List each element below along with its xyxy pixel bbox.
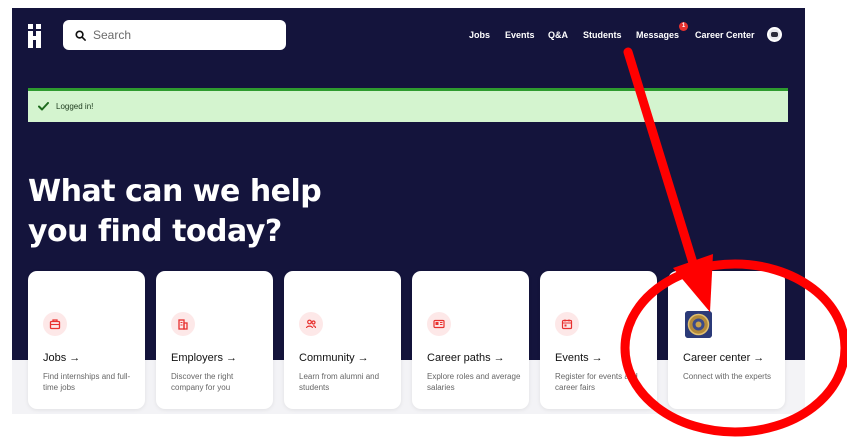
card-description: Discover the right company for you — [171, 372, 234, 392]
card-community[interactable]: Community → Learn from alumni and studen… — [284, 271, 401, 409]
card-title: Events → — [555, 352, 603, 364]
card-career-paths[interactable]: Career paths → Explore roles and average… — [412, 271, 529, 409]
seal-icon — [685, 311, 712, 338]
search-icon — [75, 29, 86, 41]
heading-line-2: you find today? — [28, 214, 282, 249]
card-title: Career center → — [683, 352, 765, 364]
nav-jobs[interactable]: Jobs — [469, 30, 490, 40]
search-box[interactable] — [63, 20, 286, 50]
card-events[interactable]: Events → Register for events and career … — [540, 271, 657, 409]
checkmark-icon — [38, 102, 49, 111]
messages-badge: 1 — [679, 22, 688, 31]
card-career-center[interactable]: Career center → Connect with the experts — [668, 271, 785, 409]
nav-events[interactable]: Events — [505, 30, 535, 40]
avatar[interactable] — [767, 27, 782, 42]
card-jobs[interactable]: Jobs → Find internships and full-time jo… — [28, 271, 145, 409]
id-card-icon — [427, 312, 451, 336]
card-title: Employers → — [171, 352, 238, 364]
search-input[interactable] — [93, 28, 263, 42]
nav-students[interactable]: Students — [583, 30, 622, 40]
briefcase-icon — [43, 312, 67, 336]
alert-text: Logged in! — [56, 102, 94, 111]
card-description: Find internships and full-time jobs — [43, 372, 131, 392]
page-heading: What can we help you find today? — [28, 172, 448, 252]
login-success-alert: Logged in! — [28, 88, 788, 122]
building-icon — [171, 312, 195, 336]
card-description: Register for events and career fairs — [555, 372, 638, 392]
card-employers[interactable]: Employers → Discover the right company f… — [156, 271, 273, 409]
nav-messages[interactable]: Messages — [636, 30, 679, 40]
handshake-logo[interactable] — [28, 24, 50, 48]
nav-career-center[interactable]: Career Center — [695, 30, 755, 40]
nav-qa[interactable]: Q&A — [548, 30, 568, 40]
card-description: Explore roles and average salaries — [427, 372, 521, 392]
people-icon — [299, 312, 323, 336]
calendar-icon — [555, 312, 579, 336]
card-title: Career paths → — [427, 352, 505, 364]
card-description: Learn from alumni and students — [299, 372, 380, 392]
card-title: Community → — [299, 352, 369, 364]
card-description: Connect with the experts — [683, 372, 772, 381]
card-title: Jobs → — [43, 352, 81, 364]
heading-line-1: What can we help — [28, 174, 322, 209]
